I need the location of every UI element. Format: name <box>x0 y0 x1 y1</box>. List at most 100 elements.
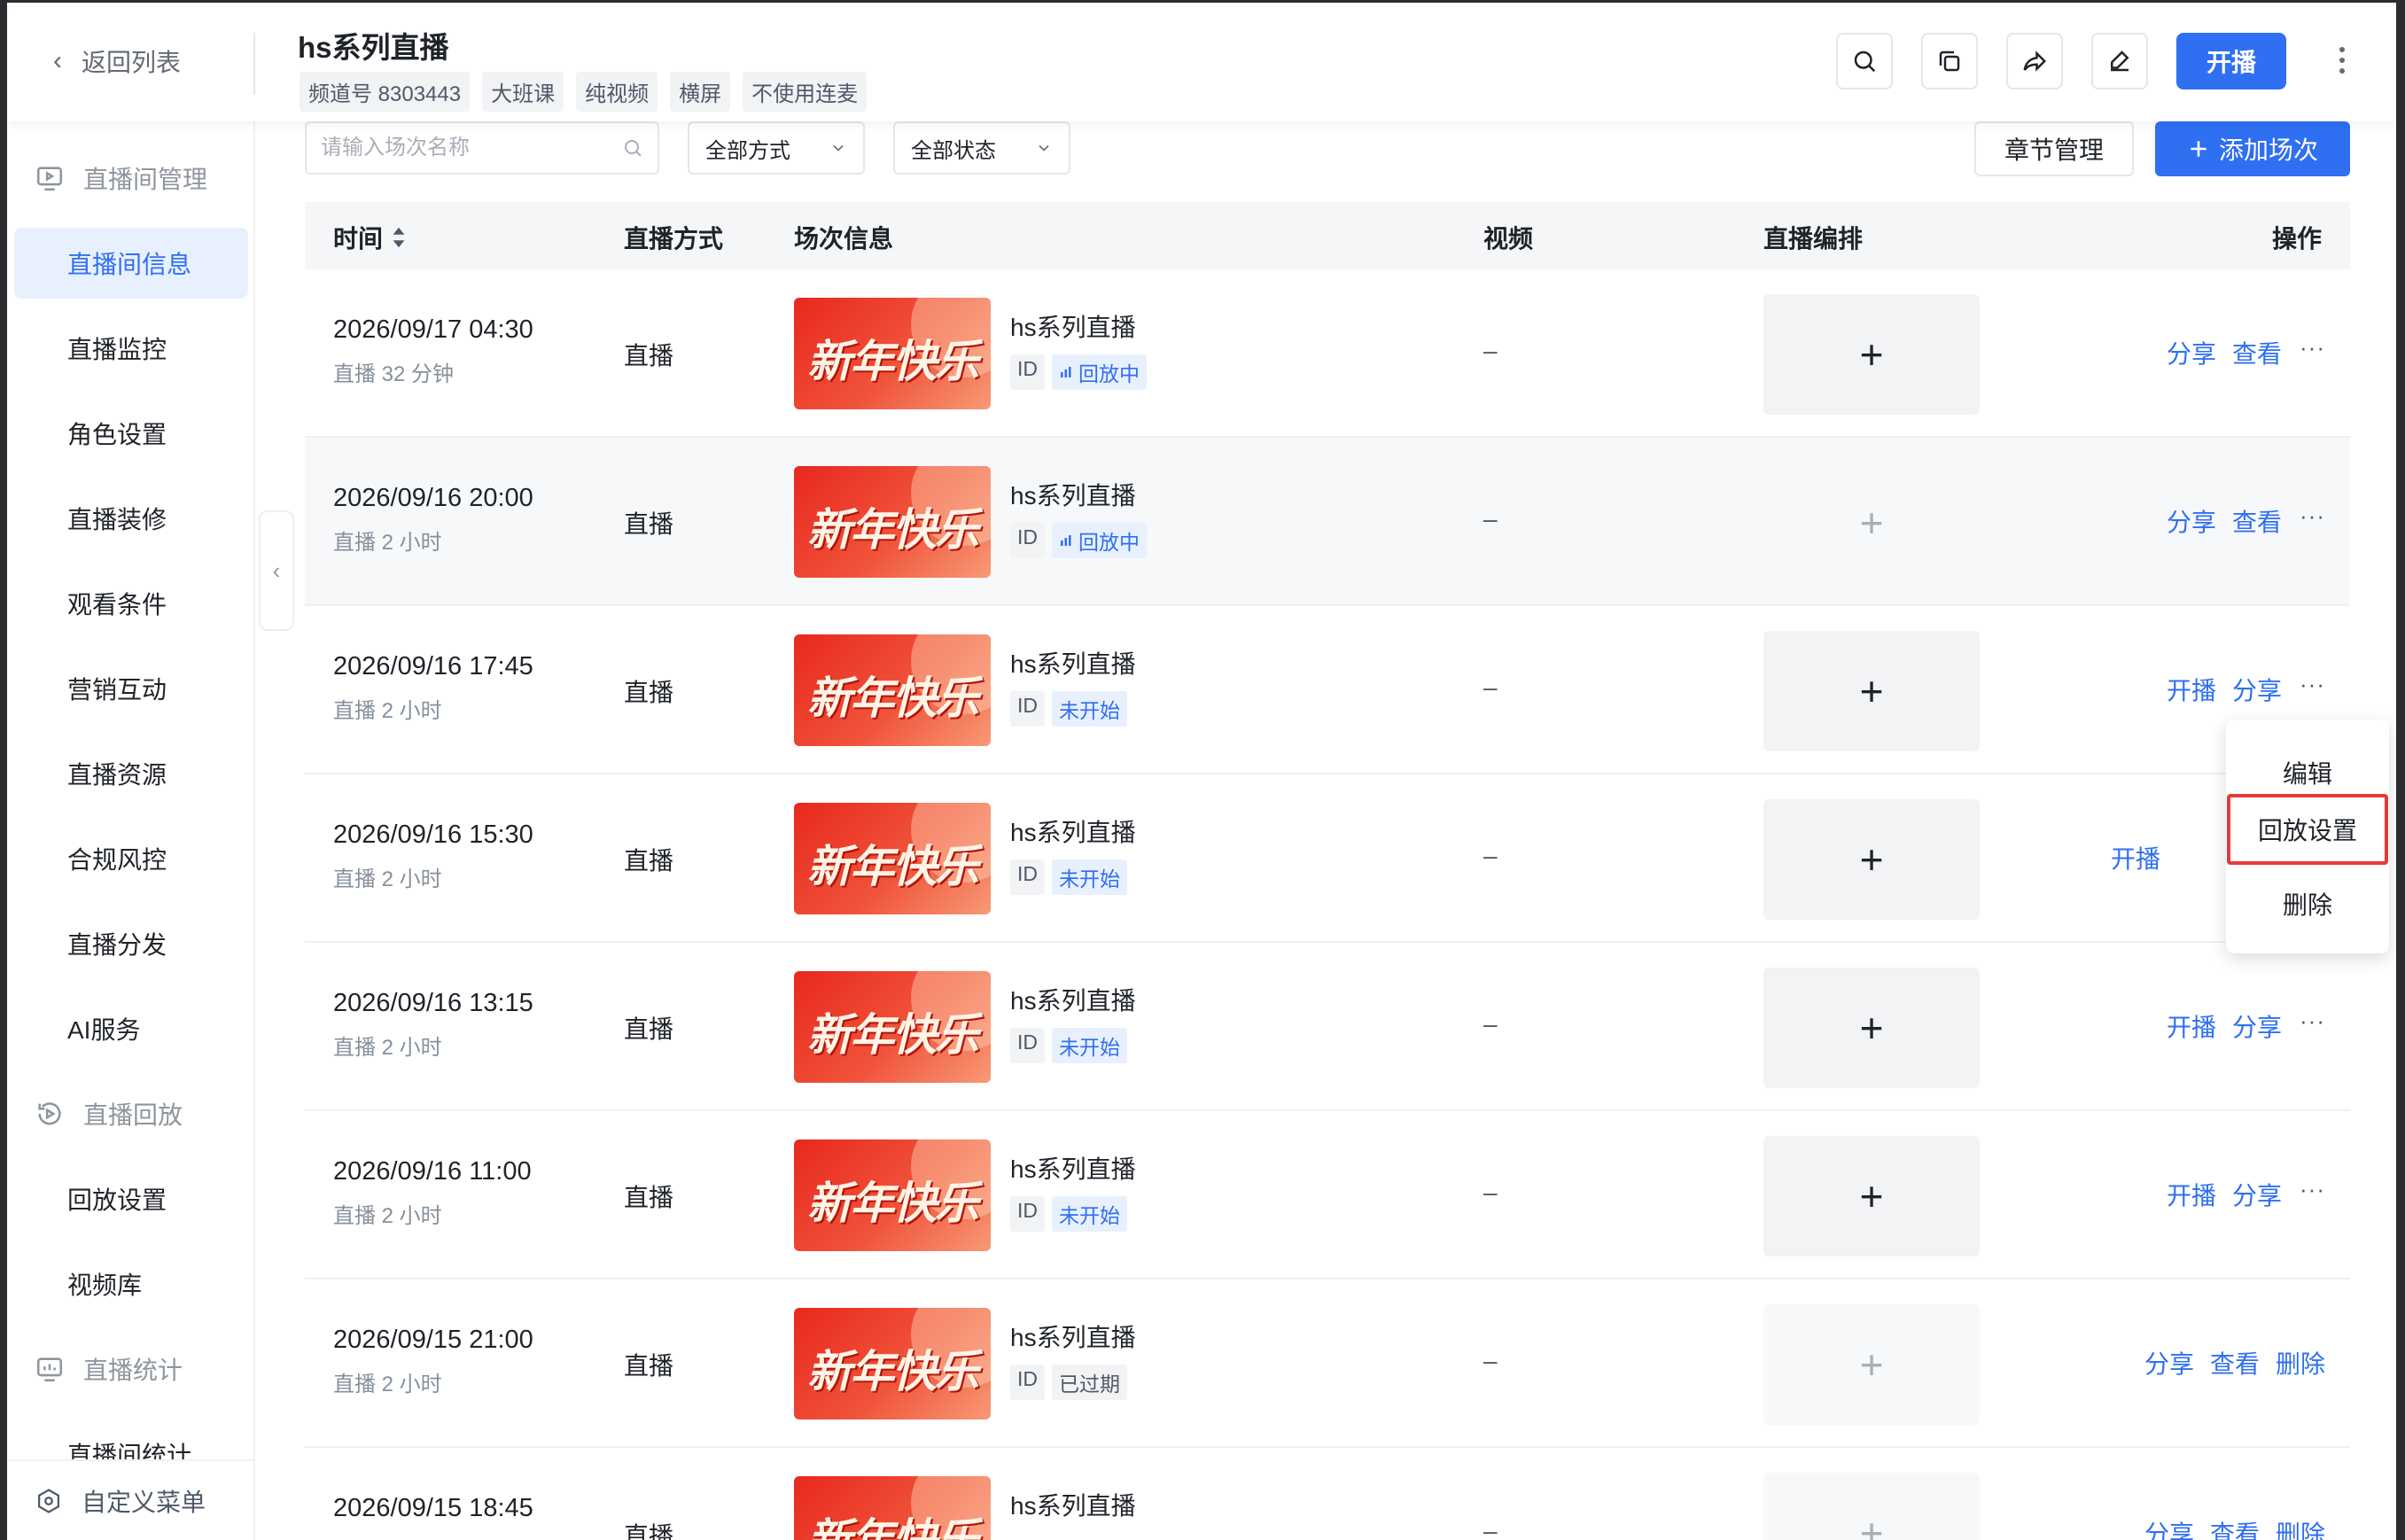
id-tag[interactable]: ID <box>1010 859 1045 895</box>
share-action[interactable]: 分享 <box>2232 672 2282 707</box>
sidebar-item-room-info[interactable]: 直播间信息 <box>14 228 248 299</box>
session-title: hs系列直播 <box>1010 1155 1136 1183</box>
id-tag[interactable]: ID <box>1010 354 1045 390</box>
sidebar-item-marketing[interactable]: 营销互动 <box>14 653 248 724</box>
id-tag[interactable]: ID <box>1010 691 1045 727</box>
session-thumbnail: 新年快乐 <box>794 971 991 1083</box>
custom-menu-label: 自定义菜单 <box>82 1488 206 1516</box>
sidebar-item-distribution[interactable]: 直播分发 <box>14 908 248 979</box>
session-mode: 直播 <box>624 1522 674 1540</box>
mode-select[interactable]: 全部方式 <box>688 121 865 175</box>
share-action[interactable]: 分享 <box>2144 1345 2194 1381</box>
add-arrangement-button[interactable]: + <box>1763 1304 1980 1425</box>
edit-icon <box>2111 51 2129 72</box>
session-search-box[interactable] <box>305 121 659 175</box>
channel-number-tag: 频道号 8303443 <box>300 72 471 112</box>
start-action[interactable]: 开播 <box>2167 1177 2216 1212</box>
table-row: 2026/09/16 13:15 直播 2 小时 直播 新年快乐 hs系列直播 … <box>305 943 2350 1111</box>
share-button[interactable] <box>2006 33 2063 89</box>
delete-action[interactable]: 删除 <box>2276 1345 2325 1381</box>
sidebar-item-roles[interactable]: 角色设置 <box>14 398 248 469</box>
id-tag[interactable]: ID <box>1010 1196 1045 1232</box>
sidebar-group-room-mgmt: 直播间管理 <box>34 160 207 196</box>
add-arrangement-button[interactable]: + <box>1763 799 1980 920</box>
session-search-input[interactable] <box>321 136 622 160</box>
session-time: 2026/09/16 15:30 <box>333 821 533 849</box>
share-action[interactable]: 分享 <box>2232 1177 2282 1212</box>
add-arrangement-button[interactable]: + <box>1763 294 1980 415</box>
edit-button[interactable] <box>2091 33 2148 89</box>
status-badge: 未开始 <box>1052 1028 1127 1063</box>
sidebar-group-stats: 直播统计 <box>34 1351 183 1387</box>
search-button[interactable] <box>1836 33 1893 89</box>
view-action[interactable]: 查看 <box>2210 1345 2260 1381</box>
share-action[interactable]: 分享 <box>2167 503 2216 539</box>
add-arrangement-button[interactable]: + <box>1763 1473 1980 1540</box>
status-badge: 未开始 <box>1052 1196 1127 1232</box>
more-horizontal-icon[interactable]: ··· <box>2300 1007 2325 1035</box>
id-tag[interactable]: ID <box>1010 523 1045 558</box>
menu-item-delete[interactable]: 删除 <box>2226 868 2389 939</box>
sidebar-item-ai-service[interactable]: AI服务 <box>14 993 248 1064</box>
session-mode: 直播 <box>624 1352 674 1380</box>
share-action[interactable]: 分享 <box>2232 1008 2282 1044</box>
view-action[interactable]: 查看 <box>2210 1515 2260 1540</box>
sidebar-item-compliance[interactable]: 合规风控 <box>14 823 248 894</box>
session-thumbnail: 新年快乐 <box>794 803 991 914</box>
more-horizontal-icon[interactable]: ··· <box>2300 334 2325 362</box>
view-action[interactable]: 查看 <box>2232 335 2282 370</box>
delete-action[interactable]: 删除 <box>2276 1515 2325 1540</box>
sidebar-item-resources[interactable]: 直播资源 <box>14 738 248 809</box>
sidebar-item-playback-settings[interactable]: 回放设置 <box>14 1163 248 1234</box>
share-action[interactable]: 分享 <box>2144 1515 2194 1540</box>
more-vertical-icon[interactable] <box>2329 38 2355 82</box>
sidebar-item-video-library[interactable]: 视频库 <box>14 1248 248 1319</box>
chevron-left-icon: ‹ <box>53 46 62 75</box>
chapter-management-button[interactable]: 章节管理 <box>1974 121 2134 176</box>
status-badge: 回放中 <box>1052 354 1147 390</box>
start-action[interactable]: 开播 <box>2111 840 2160 875</box>
status-badge: 未开始 <box>1052 859 1127 895</box>
session-title: hs系列直播 <box>1010 650 1136 678</box>
table-row: 2026/09/16 15:30 直播 2 小时 直播 新年快乐 hs系列直播 … <box>305 774 2350 943</box>
time-column-header[interactable]: 时间 <box>333 220 406 255</box>
status-select-value: 全部状态 <box>911 138 996 163</box>
session-duration: 直播 2 小时 <box>333 699 442 723</box>
session-tags: ID 未开始 <box>1010 1196 1127 1232</box>
copy-button[interactable] <box>1921 33 1978 89</box>
id-tag[interactable]: ID <box>1010 1365 1045 1400</box>
more-horizontal-icon[interactable]: ··· <box>2300 671 2325 698</box>
add-arrangement-button[interactable]: + <box>1763 1136 1980 1256</box>
sidebar: 直播间管理 直播间信息 直播监控 角色设置 直播装修 观看条件 营销互动 直播资… <box>7 121 255 1540</box>
id-tag[interactable]: ID <box>1010 1028 1045 1063</box>
status-badge: 已过期 <box>1052 1365 1127 1400</box>
app-header: ‹ 返回列表 hs系列直播 频道号 8303443 大班课 纯视频 横屏 不使用… <box>7 3 2396 121</box>
add-arrangement-button[interactable]: + <box>1763 631 1980 751</box>
status-select[interactable]: 全部状态 <box>893 121 1070 175</box>
session-mode: 直播 <box>624 679 674 706</box>
add-session-button[interactable]: 添加场次 <box>2155 121 2350 176</box>
channel-title: hs系列直播 <box>298 31 449 64</box>
view-action[interactable]: 查看 <box>2232 503 2282 539</box>
more-horizontal-icon[interactable]: ··· <box>2300 502 2325 530</box>
row-actions: 开播 分享 ··· <box>2167 671 2325 707</box>
sidebar-item-monitor[interactable]: 直播监控 <box>14 313 248 384</box>
sidebar-item-decoration[interactable]: 直播装修 <box>14 483 248 554</box>
session-time: 2026/09/17 04:30 <box>333 315 533 344</box>
sidebar-item-watch-conditions[interactable]: 观看条件 <box>14 568 248 639</box>
menu-item-playback-settings[interactable]: 回放设置 <box>2227 794 2388 865</box>
session-title: hs系列直播 <box>1010 1324 1136 1351</box>
start-action[interactable]: 开播 <box>2167 1008 2216 1044</box>
sidebar-collapse-handle[interactable]: ‹ <box>259 510 294 631</box>
share-action[interactable]: 分享 <box>2167 335 2216 370</box>
mode-column-header: 直播方式 <box>624 225 724 253</box>
custom-menu-button[interactable]: 自定义菜单 <box>7 1459 253 1540</box>
add-arrangement-button[interactable]: + <box>1763 968 1980 1088</box>
session-tags: ID 已过期 <box>1010 1365 1127 1400</box>
mic-link-tag: 不使用连麦 <box>743 72 868 112</box>
start-action[interactable]: 开播 <box>2167 672 2216 707</box>
add-arrangement-button[interactable]: + <box>1763 463 1980 583</box>
more-horizontal-icon[interactable]: ··· <box>2300 1176 2325 1203</box>
back-to-list-link[interactable]: ‹ 返回列表 <box>53 43 181 79</box>
start-live-button[interactable]: 开播 <box>2176 33 2286 89</box>
